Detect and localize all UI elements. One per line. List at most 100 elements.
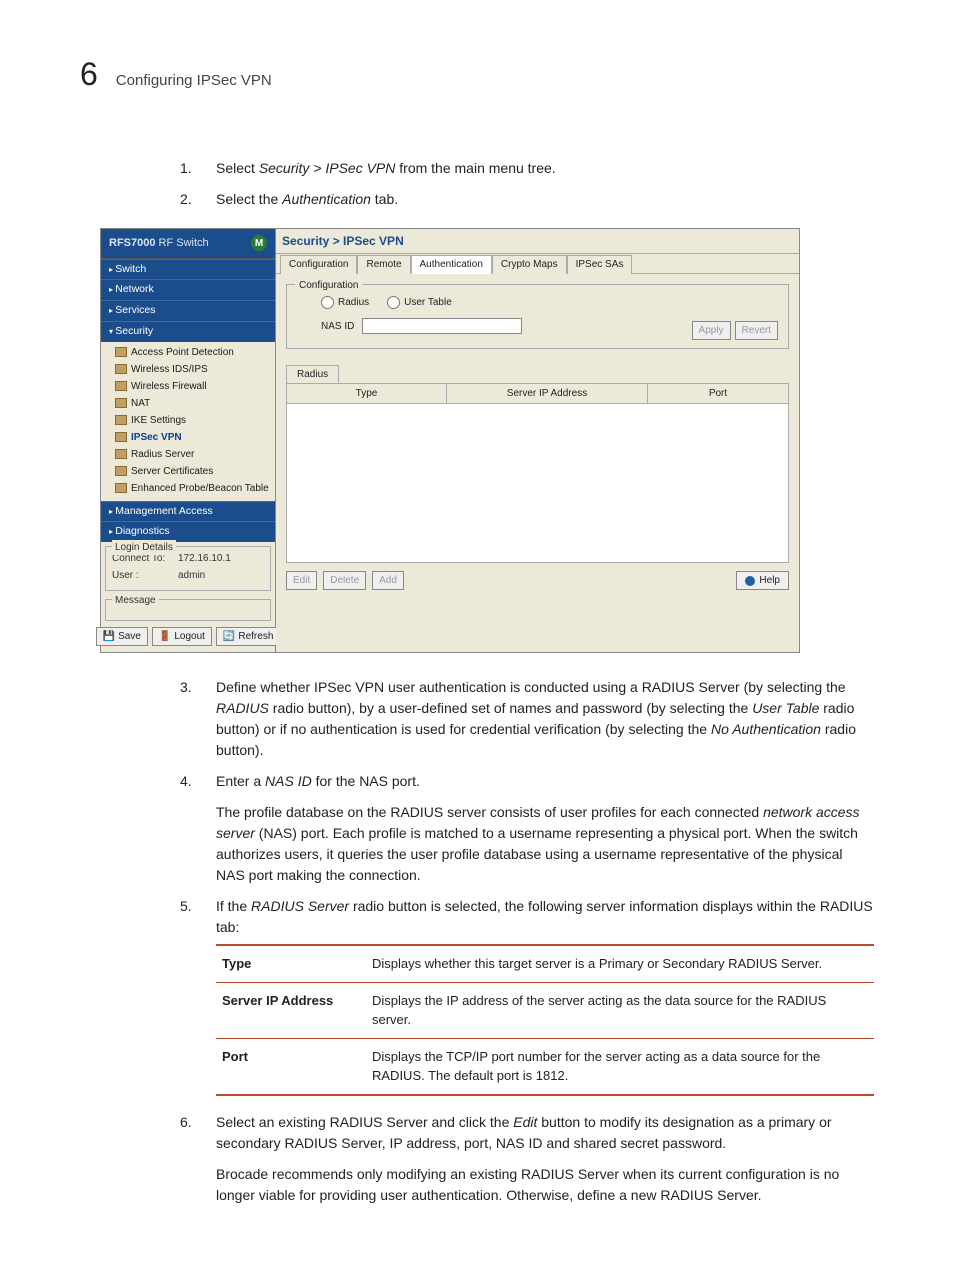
tree-firewall[interactable]: Wireless Firewall <box>115 378 269 395</box>
tree-probe[interactable]: Enhanced Probe/Beacon Table <box>115 480 269 497</box>
user-label: User : <box>112 568 172 583</box>
field-desc: Displays the TCP/IP port number for the … <box>366 1038 874 1095</box>
field-definition-table: TypeDisplays whether this target server … <box>216 944 874 1096</box>
security-tree: Access Point Detection Wireless IDS/IPS … <box>101 342 275 501</box>
tree-radius[interactable]: Radius Server <box>115 446 269 463</box>
configuration-box: Configuration Radius User Table NAS ID A… <box>286 284 789 355</box>
tree-ipsec-vpn[interactable]: IPSec VPN <box>115 429 269 446</box>
step-number: 3. <box>180 677 198 761</box>
chapter-number: 6 <box>80 50 98 98</box>
folder-icon <box>115 483 127 493</box>
radius-radio[interactable]: Radius <box>321 295 369 310</box>
field-name: Server IP Address <box>216 982 366 1038</box>
col-port[interactable]: Port <box>648 384 788 403</box>
save-button[interactable]: 💾Save <box>96 627 148 646</box>
radio-label: User Table <box>404 295 452 310</box>
tab-ipsec-sas[interactable]: IPSec SAs <box>567 255 633 274</box>
save-icon: 💾 <box>103 629 115 644</box>
term: RADIUS <box>216 700 269 716</box>
col-type[interactable]: Type <box>287 384 447 403</box>
text: for the NAS port. <box>312 773 420 789</box>
term: Edit <box>513 1114 537 1130</box>
left-button-row: 💾Save 🚪Logout 🔄Refresh <box>105 627 271 646</box>
field-name: Type <box>216 945 366 982</box>
text: Select <box>216 160 259 176</box>
tree-label: Wireless IDS/IPS <box>131 362 208 377</box>
usertable-radio-input[interactable] <box>387 296 400 309</box>
nav-network[interactable]: Network <box>101 279 275 300</box>
term: RADIUS Server <box>251 898 349 914</box>
usertable-radio[interactable]: User Table <box>387 295 452 310</box>
tree-label: IPSec VPN <box>131 430 182 445</box>
folder-icon <box>115 398 127 408</box>
edit-button[interactable]: Edit <box>286 571 317 590</box>
tree-label: Enhanced Probe/Beacon Table <box>131 481 269 496</box>
logout-icon: 🚪 <box>159 629 171 644</box>
table-row: Server IP AddressDisplays the IP address… <box>216 982 874 1038</box>
device-banner: RFS7000 RF Switch M <box>101 229 275 259</box>
radio-label: Radius <box>338 295 369 310</box>
radius-radio-input[interactable] <box>321 296 334 309</box>
tree-label: Server Certificates <box>131 464 213 479</box>
folder-icon <box>115 381 127 391</box>
col-server-ip[interactable]: Server IP Address <box>447 384 648 403</box>
brand-logo-icon: M <box>251 235 267 251</box>
nav-diagnostics[interactable]: Diagnostics <box>101 521 275 542</box>
text: tab. <box>371 191 398 207</box>
tab-crypto-maps[interactable]: Crypto Maps <box>492 255 567 274</box>
breadcrumb: Security > IPSec VPN <box>276 229 799 254</box>
apply-button[interactable]: Apply <box>692 321 731 340</box>
logout-button[interactable]: 🚪Logout <box>152 627 212 646</box>
text: from the main menu tree. <box>395 160 555 176</box>
device-suffix: RF Switch <box>155 237 208 249</box>
user-value: admin <box>178 568 205 583</box>
revert-button[interactable]: Revert <box>735 321 778 340</box>
text: (NAS) port. Each profile is matched to a… <box>216 825 858 883</box>
button-label: Logout <box>174 629 205 644</box>
tree-certificates[interactable]: Server Certificates <box>115 463 269 480</box>
text: If the <box>216 898 251 914</box>
term: User Table <box>752 700 819 716</box>
groupbox-legend: Configuration <box>295 278 362 293</box>
tree-nat[interactable]: NAT <box>115 395 269 412</box>
tree-label: Wireless Firewall <box>131 379 207 394</box>
text: Enter a <box>216 773 265 789</box>
step-number: 1. <box>180 158 198 179</box>
menu-path: Security > IPSec VPN <box>259 160 396 176</box>
panel-legend: Message <box>112 593 159 608</box>
tree-ids[interactable]: Wireless IDS/IPS <box>115 361 269 378</box>
connect-to-value: 172.16.10.1 <box>178 551 231 566</box>
folder-icon <box>115 415 127 425</box>
tab-authentication[interactable]: Authentication <box>411 255 492 274</box>
button-label: Help <box>759 573 780 588</box>
folder-icon <box>115 347 127 357</box>
add-button[interactable]: Add <box>372 571 404 590</box>
step-number: 4. <box>180 771 198 886</box>
device-model: RFS7000 <box>109 237 155 249</box>
step-number: 6. <box>180 1112 198 1206</box>
nav-switch[interactable]: Switch <box>101 259 275 280</box>
screenshot: RFS7000 RF Switch M Switch Network Servi… <box>100 228 800 653</box>
tree-label: NAT <box>131 396 150 411</box>
term: NAS ID <box>265 773 312 789</box>
nav-services[interactable]: Services <box>101 300 275 321</box>
tab-configuration[interactable]: Configuration <box>280 255 357 274</box>
subtab-radius[interactable]: Radius <box>286 365 339 383</box>
tab-remote[interactable]: Remote <box>357 255 410 274</box>
table-footer-bar: Edit Delete Add Help <box>286 571 789 590</box>
nav-management-access[interactable]: Management Access <box>101 501 275 522</box>
help-button[interactable]: Help <box>736 571 789 590</box>
tree-apd[interactable]: Access Point Detection <box>115 344 269 361</box>
text: radio button), by a user-defined set of … <box>269 700 752 716</box>
nav-security[interactable]: Security <box>101 321 275 342</box>
delete-button[interactable]: Delete <box>323 571 366 590</box>
tree-ike[interactable]: IKE Settings <box>115 412 269 429</box>
field-name: Port <box>216 1038 366 1095</box>
step-number: 2. <box>180 189 198 210</box>
page-header: 6 Configuring IPSec VPN <box>80 50 874 98</box>
step-2: 2. Select the Authentication tab. <box>180 189 874 210</box>
text: Brocade recommends only modifying an exi… <box>216 1164 874 1206</box>
nas-id-input[interactable] <box>362 318 522 334</box>
refresh-button[interactable]: 🔄Refresh <box>216 627 280 646</box>
term: No Authentication <box>711 721 821 737</box>
